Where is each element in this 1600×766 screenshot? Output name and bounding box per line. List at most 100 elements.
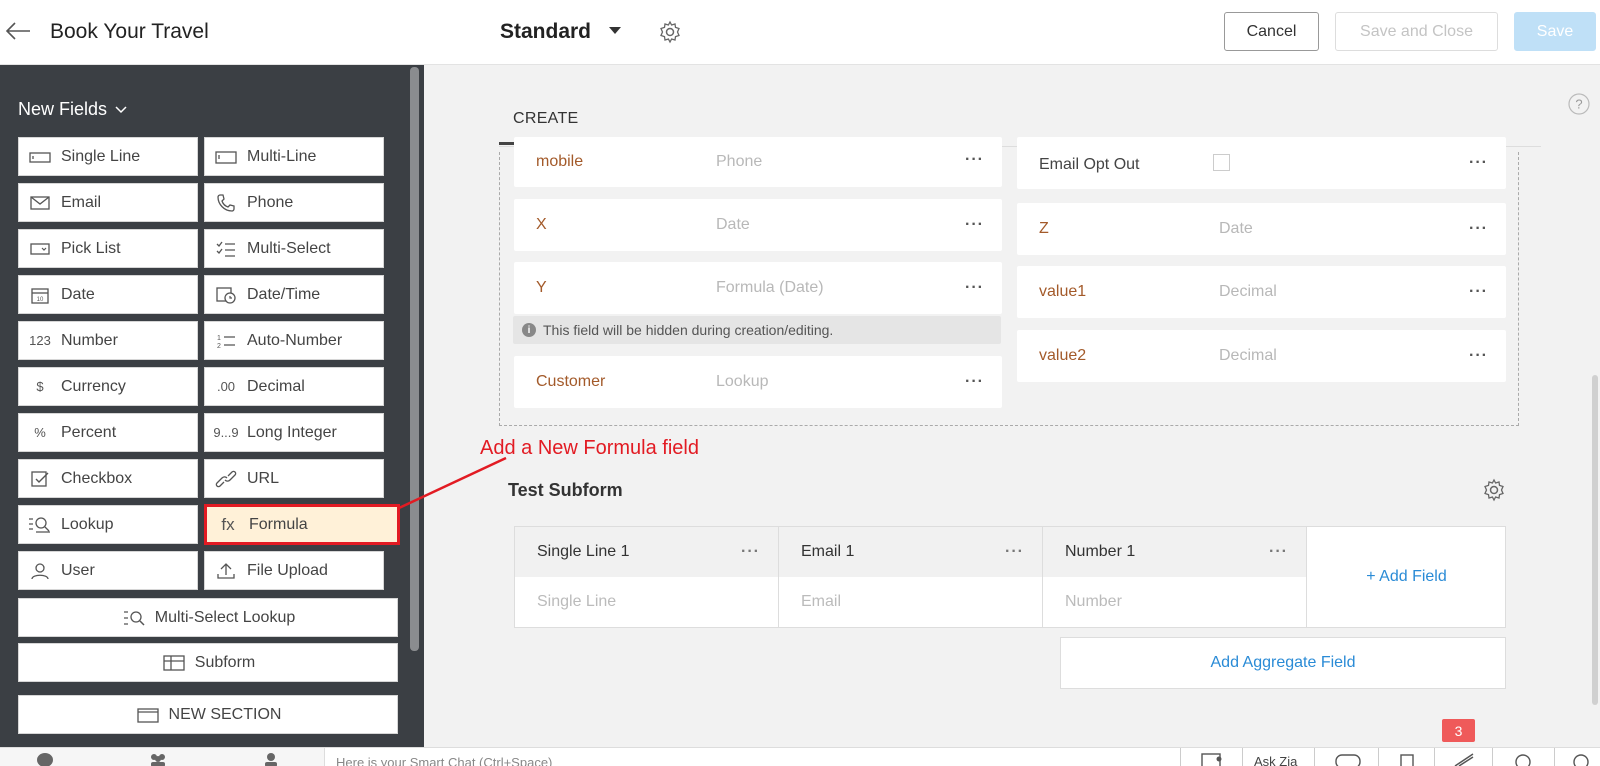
gamepad-tool[interactable]	[1314, 748, 1378, 766]
palette-item-number[interactable]: 123 Number	[18, 321, 198, 360]
layout-selector[interactable]: Standard	[500, 20, 591, 44]
notifications-tool[interactable]	[1434, 748, 1492, 766]
link-icon	[213, 469, 239, 489]
picklist-icon	[27, 239, 53, 259]
more-options-icon[interactable]: ···	[1269, 543, 1288, 561]
more-options-icon[interactable]: ···	[1469, 347, 1488, 365]
column-placeholder: Number	[1065, 593, 1122, 610]
field-row-customer[interactable]: Customer Lookup ···	[514, 356, 1002, 408]
more-options-icon[interactable]: ···	[965, 373, 984, 391]
more-options-icon[interactable]: ···	[965, 216, 984, 234]
palette-item-file-upload[interactable]: File Upload	[204, 551, 384, 590]
subform-column-email-1[interactable]: Email 1 ··· Email	[779, 527, 1043, 627]
palette-item-single-line[interactable]: Single Line	[18, 137, 198, 176]
screen-share-tool[interactable]	[1180, 748, 1242, 766]
page-title: Book Your Travel	[50, 20, 209, 43]
palette-item-user[interactable]: User	[18, 551, 198, 590]
save-button[interactable]: Save	[1514, 12, 1596, 51]
smart-chat-input[interactable]: Here is your Smart Chat (Ctrl+Space)	[336, 755, 552, 766]
formula-icon: fx	[221, 514, 235, 534]
phone-icon	[213, 193, 239, 213]
chat-icon[interactable]	[36, 752, 54, 766]
palette-item-lookup[interactable]: Lookup	[18, 505, 198, 544]
field-row-y[interactable]: Y Formula (Date) ···	[514, 262, 1002, 314]
subform-column-single-line-1[interactable]: Single Line 1 ··· Single Line	[515, 527, 779, 627]
cancel-button[interactable]: Cancel	[1224, 12, 1319, 51]
subform-column-number-1[interactable]: Number 1 ··· Number	[1043, 527, 1307, 627]
subform-icon	[161, 653, 187, 673]
help-icon[interactable]: ?	[1568, 93, 1590, 115]
sidebar-scrollbar[interactable]	[410, 67, 419, 651]
clipboard-tool[interactable]	[1378, 748, 1434, 766]
field-type: Decimal	[1219, 347, 1277, 364]
percent-icon: %	[34, 425, 46, 440]
palette-item-label: URL	[247, 469, 280, 487]
subform-title: Test Subform	[508, 480, 623, 500]
palette-item-label: Phone	[247, 193, 294, 211]
palette-item-label: Single Line	[61, 147, 141, 165]
lookup-icon	[27, 515, 53, 535]
more-options-icon[interactable]: ···	[1469, 220, 1488, 238]
column-header-label: Number 1	[1065, 543, 1136, 560]
palette-item-label: Auto-Number	[247, 331, 343, 349]
palette-item-pick-list[interactable]: Pick List	[18, 229, 198, 268]
group-icon[interactable]	[149, 752, 167, 766]
top-bar: Book Your Travel Standard Cancel Save an…	[0, 0, 1600, 65]
field-row-mobile[interactable]: mobile Phone ···	[514, 137, 1002, 187]
palette-item-url[interactable]: URL	[204, 459, 384, 498]
back-arrow-icon[interactable]	[4, 20, 32, 42]
palette-item-subform[interactable]: Subform	[18, 643, 398, 682]
gamepad-icon	[1335, 754, 1361, 766]
field-row-value1[interactable]: value1 Decimal ···	[1017, 266, 1506, 318]
alarm-tool[interactable]	[1492, 748, 1554, 766]
palette-item-date[interactable]: 10 Date	[18, 275, 198, 314]
palette-item-multi-line[interactable]: Multi-Line	[204, 137, 384, 176]
palette-item-multi-select-lookup[interactable]: Multi-Select Lookup	[18, 598, 398, 637]
palette-item-auto-number[interactable]: 1 2 Auto-Number	[204, 321, 384, 360]
palette-item-phone[interactable]: Phone	[204, 183, 384, 222]
palette-item-multi-select[interactable]: Multi-Select	[204, 229, 384, 268]
section-icon	[135, 705, 161, 725]
add-field-button[interactable]: + Add Field	[1307, 527, 1506, 627]
contact-icon[interactable]	[262, 752, 280, 766]
chevron-down-icon[interactable]	[609, 27, 621, 34]
new-fields-heading[interactable]: New Fields	[18, 99, 127, 120]
more-options-icon[interactable]: ···	[741, 543, 760, 561]
more-options-icon[interactable]: ···	[965, 279, 984, 297]
more-options-icon[interactable]: ···	[1005, 543, 1024, 561]
add-aggregate-field-button[interactable]: Add Aggregate Field	[1060, 637, 1506, 689]
palette-item-label: Lookup	[61, 515, 114, 533]
more-options-icon[interactable]: ···	[1469, 283, 1488, 301]
field-row-value2[interactable]: value2 Decimal ···	[1017, 330, 1506, 382]
palette-item-checkbox[interactable]: Checkbox	[18, 459, 198, 498]
palette-item-date-time[interactable]: Date/Time	[204, 275, 384, 314]
palette-item-label: Pick List	[61, 239, 121, 257]
field-row-z[interactable]: Z Date ···	[1017, 203, 1506, 255]
svg-text:10: 10	[37, 297, 44, 303]
column-header-label: Single Line 1	[537, 543, 630, 560]
gear-icon[interactable]	[658, 20, 682, 44]
field-type: Decimal	[1219, 283, 1277, 300]
calendar-icon: 10	[27, 285, 53, 305]
field-row-email-opt-out[interactable]: Email Opt Out ···	[1017, 137, 1506, 189]
datetime-icon	[213, 285, 239, 305]
palette-item-percent[interactable]: % Percent	[18, 413, 198, 452]
subform-column-header: Number 1 ···	[1043, 527, 1306, 577]
palette-item-currency[interactable]: $ Currency	[18, 367, 198, 406]
number-icon: 123	[29, 333, 51, 348]
palette-item-formula[interactable]: fx Formula	[204, 504, 400, 545]
field-row-x[interactable]: X Date ···	[514, 199, 1002, 251]
more-options-icon[interactable]: ···	[1469, 154, 1488, 172]
subform-column-header: Email 1 ···	[779, 527, 1042, 577]
new-section-button[interactable]: NEW SECTION	[18, 695, 398, 734]
palette-item-label: User	[61, 561, 95, 579]
palette-item-label: Percent	[61, 423, 117, 441]
history-tool[interactable]	[1554, 748, 1600, 766]
palette-item-email[interactable]: Email	[18, 183, 198, 222]
save-and-close-button[interactable]: Save and Close	[1335, 12, 1498, 51]
canvas-scrollbar[interactable]	[1592, 375, 1598, 705]
gear-icon[interactable]	[1482, 478, 1506, 502]
palette-item-decimal[interactable]: .00 Decimal	[204, 367, 384, 406]
more-options-icon[interactable]: ···	[965, 151, 984, 169]
palette-item-long-integer[interactable]: 9...9 Long Integer	[204, 413, 384, 452]
